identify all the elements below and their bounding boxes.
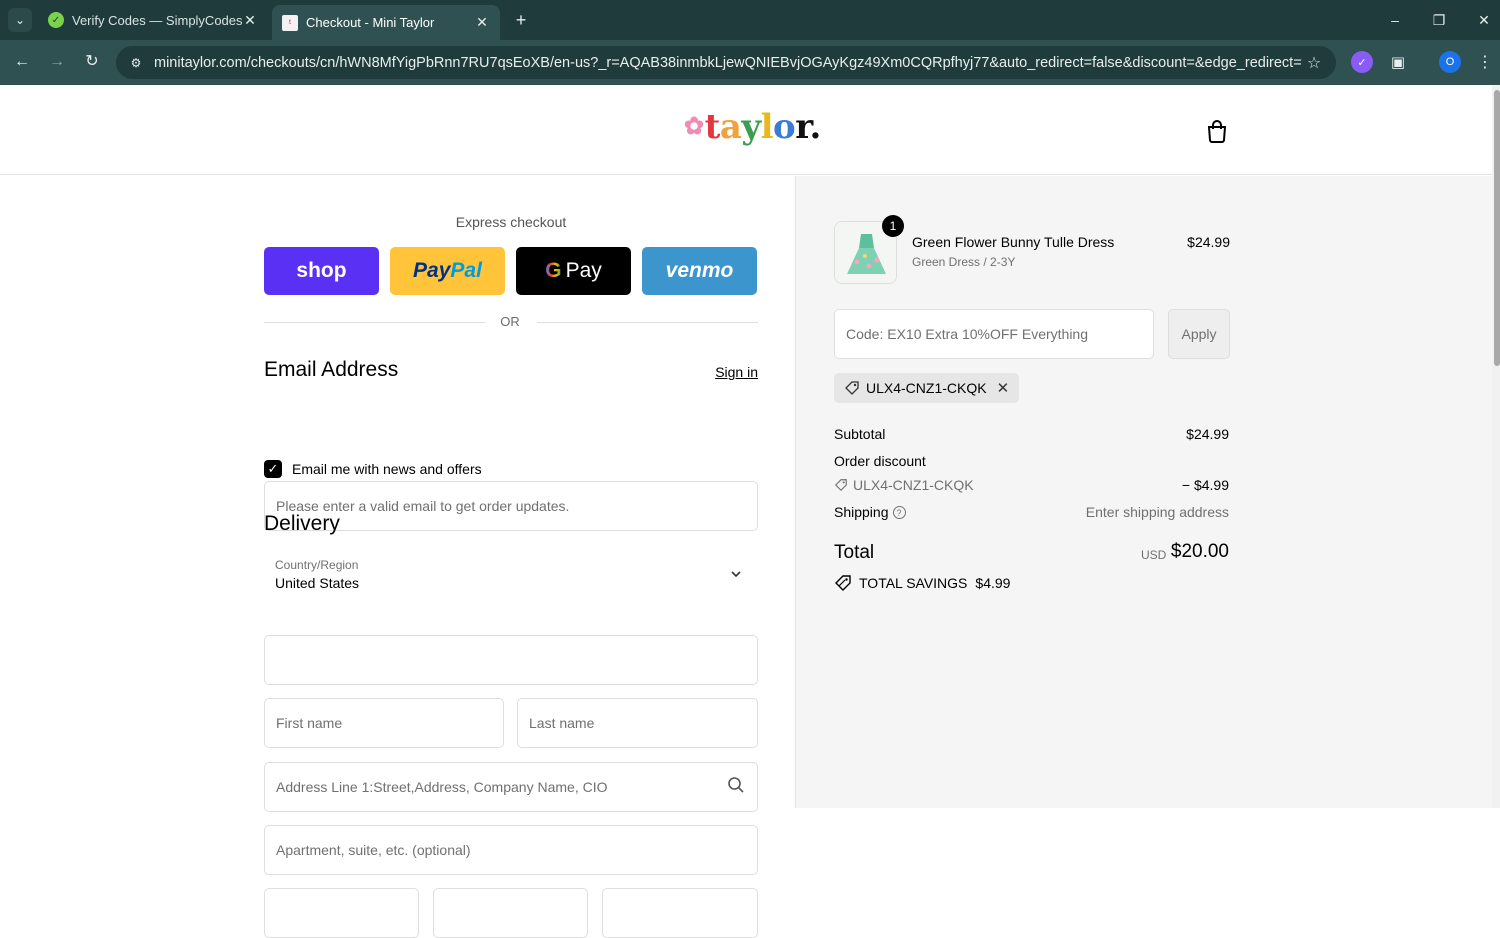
tab-title: Verify Codes — SimplyCodes xyxy=(72,12,242,28)
divider xyxy=(264,322,485,323)
tab-title: Checkout - Mini Taylor xyxy=(306,15,435,30)
discount-placeholder: Code: EX10 Extra 10%OFF Everything xyxy=(846,326,1088,342)
apply-button[interactable]: Apply xyxy=(1168,309,1230,359)
paypal-label-pay: Pay xyxy=(413,259,451,282)
country-select[interactable] xyxy=(264,635,758,685)
order-discount-value: − $4.99 xyxy=(1181,477,1229,493)
applied-discount-tag: ULX4-CNZ1-CKQK ✕ xyxy=(834,373,1020,403)
tab-search-chevron-icon[interactable]: ⌄ xyxy=(8,8,32,32)
newsletter-label: Email me with news and offers xyxy=(292,461,482,477)
venmo-button[interactable]: venmo xyxy=(642,247,757,295)
quantity-badge: 1 xyxy=(882,215,904,237)
google-pay-button[interactable]: G Pay xyxy=(516,247,631,295)
shipping-value: Enter shipping address xyxy=(1085,504,1229,520)
profile-avatar[interactable]: O xyxy=(1439,51,1461,73)
savings-value: $4.99 xyxy=(975,575,1011,591)
email-section-title: Email Address xyxy=(264,358,399,381)
discount-code-input[interactable]: Code: EX10 Extra 10%OFF Everything xyxy=(834,309,1154,359)
paypal-button[interactable]: Pay Pal xyxy=(390,247,505,295)
state-field[interactable] xyxy=(433,888,588,938)
country-label: Country/Region xyxy=(275,558,359,572)
minimize-icon[interactable]: – xyxy=(1383,8,1407,32)
checkout-page: ✿taylor. Express checkout shop Pay Pal GP… xyxy=(0,85,1492,938)
restore-icon[interactable]: ❐ xyxy=(1427,8,1451,32)
chevron-down-icon xyxy=(731,571,741,578)
google-pay-label: Pay xyxy=(565,259,602,282)
apartment-placeholder: Apartment, suite, etc. (optional) xyxy=(276,842,471,858)
newsletter-checkbox[interactable]: ✓ xyxy=(264,460,282,478)
apartment-field[interactable]: Apartment, suite, etc. (optional) xyxy=(264,825,758,875)
remove-discount-icon[interactable]: ✕ xyxy=(997,379,1010,397)
taylor-icon: t xyxy=(282,14,298,31)
close-tab-icon[interactable]: ✕ xyxy=(242,12,258,29)
flower-icon: ✿ xyxy=(684,111,704,140)
order-discount-code-row: ULX4-CNZ1-CKQK xyxy=(834,477,974,493)
country-value: United States xyxy=(275,575,360,591)
order-summary: 1 Green Flower Bunny Tulle Dress Green D… xyxy=(795,176,1492,808)
extension-simplycodes-icon[interactable]: ✓ xyxy=(1351,51,1373,73)
address-bar[interactable]: ⚙ minitaylor.com/checkouts/cn/hWN8MfYigP… xyxy=(116,46,1336,79)
browser-tab-bar: ⌄ ✓ Verify Codes — SimplyCodes ✕ t Check… xyxy=(0,0,1500,40)
order-discount-code: ULX4-CNZ1-CKQK xyxy=(853,477,974,493)
search-icon xyxy=(728,777,744,793)
logo-text: taylor. xyxy=(704,107,822,147)
delivery-section-title: Delivery xyxy=(264,512,340,535)
store-logo[interactable]: ✿taylor. xyxy=(684,107,821,147)
shop-pay-button[interactable]: shop xyxy=(264,247,379,295)
address-field[interactable]: Address Line 1:Street,Address, Company N… xyxy=(264,762,758,812)
forward-arrow-icon[interactable]: → xyxy=(45,50,69,74)
extensions-puzzle-icon[interactable]: ▣ xyxy=(1387,51,1409,73)
city-field[interactable] xyxy=(264,888,419,938)
savings-label: TOTAL SAVINGS xyxy=(859,575,968,591)
shopping-bag-icon[interactable] xyxy=(1206,119,1228,143)
total-label: Total xyxy=(834,542,875,563)
shipping-row-label: Shipping? xyxy=(834,504,906,520)
tab-simplycodes[interactable]: ✓ Verify Codes — SimplyCodes ✕ xyxy=(38,5,268,35)
new-tab-plus-icon[interactable]: + xyxy=(510,9,532,31)
site-settings-icon[interactable]: ⚙ xyxy=(126,53,146,73)
url-text[interactable]: minitaylor.com/checkouts/cn/hWN8MfYigPbR… xyxy=(154,55,1302,71)
shipping-label: Shipping xyxy=(834,504,889,520)
paypal-label-pal: Pal xyxy=(450,259,482,282)
window-close-icon[interactable]: ✕ xyxy=(1472,8,1496,32)
first-name-placeholder: First name xyxy=(276,715,343,731)
total-savings-row: TOTAL SAVINGS $4.99 xyxy=(834,574,1010,592)
applied-code: ULX4-CNZ1-CKQK xyxy=(866,380,987,396)
order-discount-label: Order discount xyxy=(834,453,926,469)
bookmark-star-icon[interactable]: ☆ xyxy=(1302,53,1326,73)
savings-tag-icon xyxy=(835,575,851,591)
subtotal-value: $24.99 xyxy=(1186,426,1229,442)
scrollbar-thumb[interactable] xyxy=(1494,90,1500,366)
product-name: Green Flower Bunny Tulle Dress xyxy=(912,234,1115,250)
help-icon[interactable]: ? xyxy=(892,506,906,519)
or-divider-label: OR xyxy=(500,314,520,329)
tab-checkout[interactable]: t Checkout - Mini Taylor ✕ xyxy=(272,5,500,40)
express-checkout-label: Express checkout xyxy=(455,214,567,230)
last-name-placeholder: Last name xyxy=(529,715,595,731)
store-header: ✿taylor. xyxy=(0,85,1492,175)
checkout-form: Express checkout shop Pay Pal G Pay venmo … xyxy=(0,176,795,938)
product-price: $24.99 xyxy=(1187,234,1230,250)
simplycodes-icon: ✓ xyxy=(48,12,64,28)
total-currency: USD xyxy=(1141,548,1167,562)
close-tab-icon[interactable]: ✕ xyxy=(474,14,490,31)
back-arrow-icon[interactable]: ← xyxy=(10,50,34,74)
browser-toolbar: ← → ↻ ⚙ minitaylor.com/checkouts/cn/hWN8… xyxy=(0,40,1500,85)
reload-icon[interactable]: ↻ xyxy=(80,50,104,74)
browser-menu-icon[interactable]: ⋮ xyxy=(1474,51,1496,73)
sign-in-link[interactable]: Sign in xyxy=(700,364,758,380)
first-name-field[interactable]: First name xyxy=(264,698,504,748)
last-name-field[interactable]: Last name xyxy=(517,698,758,748)
google-g-icon: G xyxy=(545,259,562,282)
tag-icon xyxy=(845,381,859,395)
zip-field[interactable] xyxy=(602,888,758,938)
subtotal-label: Subtotal xyxy=(834,426,886,442)
product-variant: Green Dress / 2-3Y xyxy=(912,255,1016,269)
total-value: $20.00 xyxy=(1170,541,1229,562)
tag-icon xyxy=(834,479,847,492)
divider xyxy=(537,322,758,323)
address-placeholder: Address Line 1:Street,Address, Company N… xyxy=(276,779,608,795)
